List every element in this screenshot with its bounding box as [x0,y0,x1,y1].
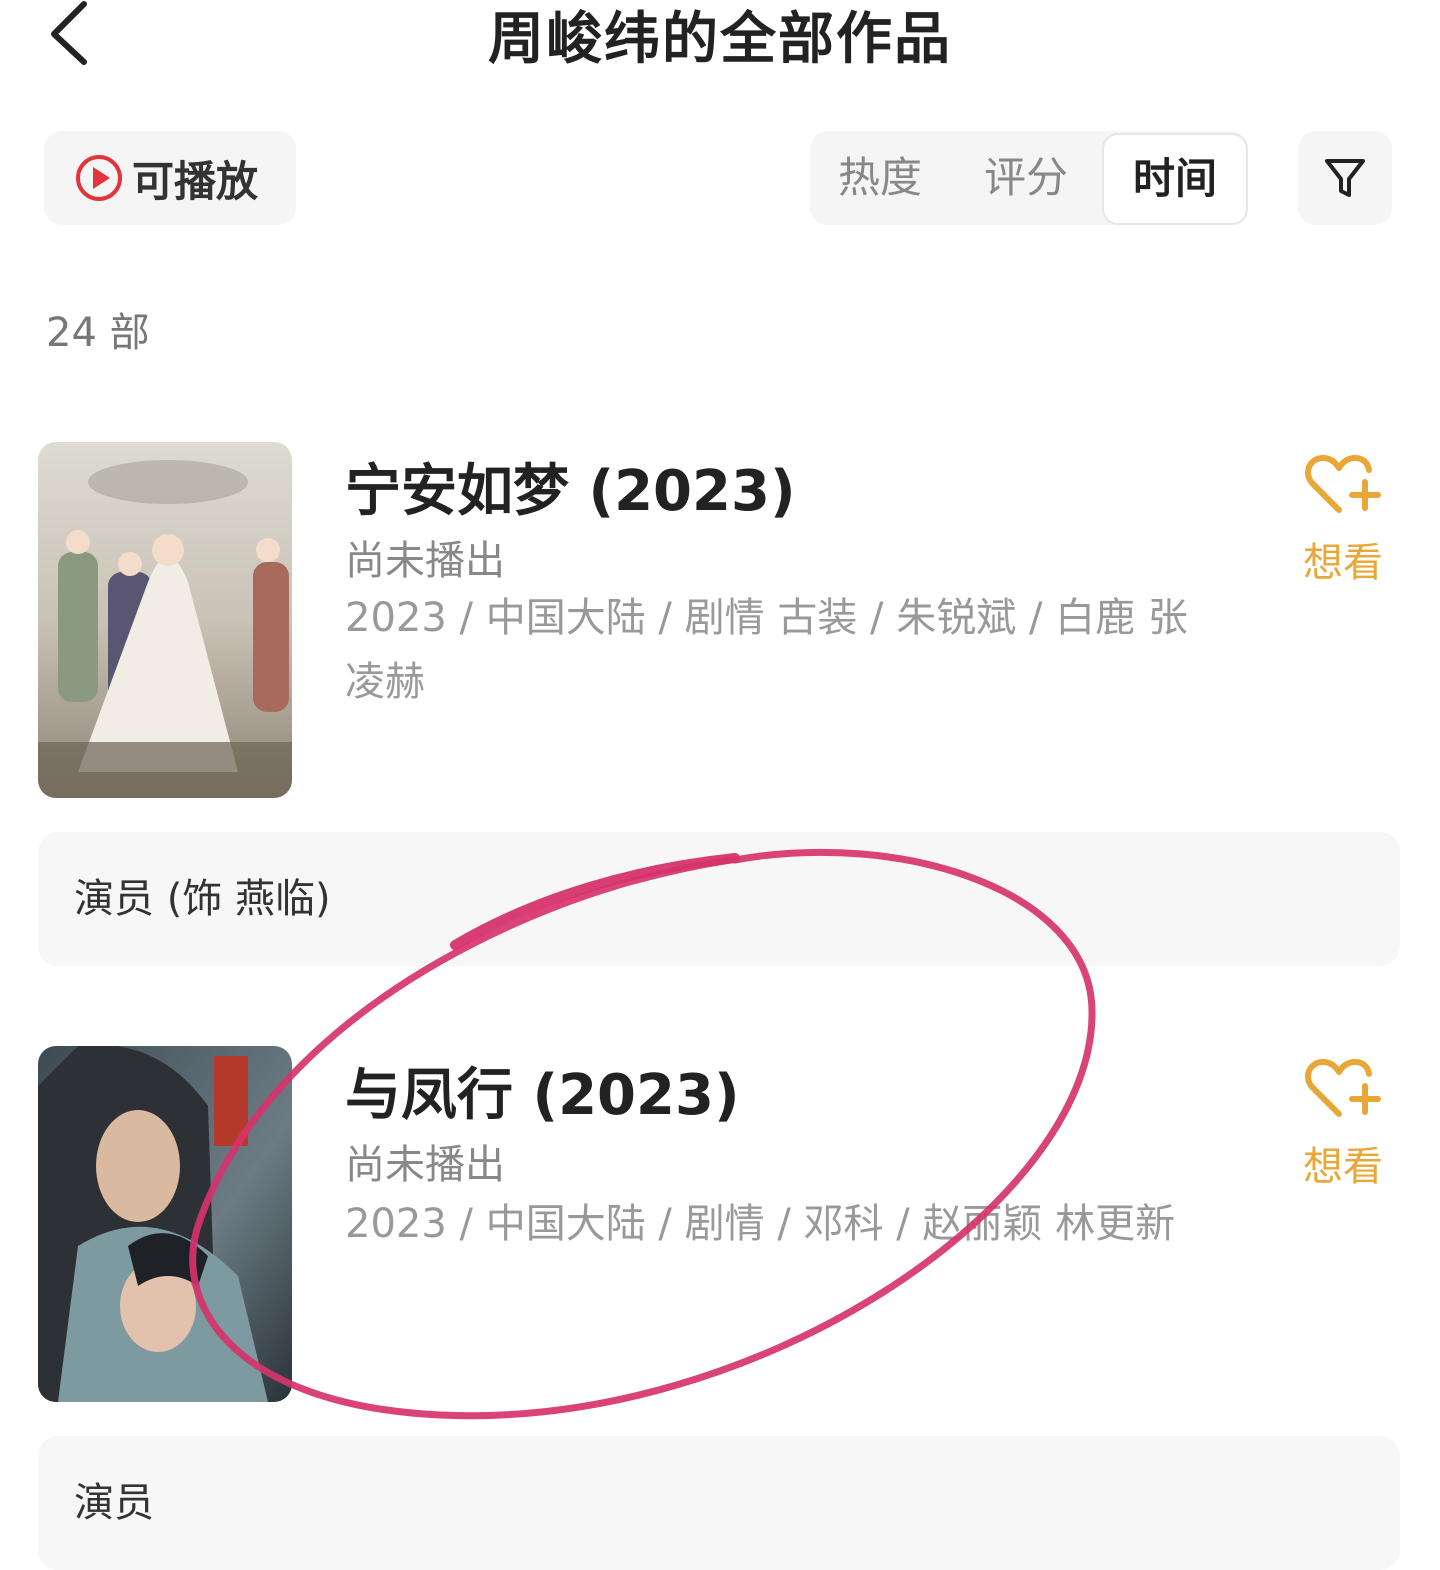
work-title-2[interactable]: 与凤行 (2023) [345,1050,740,1131]
filter-button[interactable] [1298,131,1392,225]
heart-plus-icon [1305,1059,1381,1117]
filter-icon [1325,159,1365,197]
sort-tabs: 热度 评分 时间 [810,131,1248,225]
want-label-2: 想看 [1303,1144,1383,1190]
role-text-1: 演员 (饰 燕临) [74,876,331,922]
sort-tab-time[interactable]: 时间 [1102,133,1248,225]
works-count: 24 部 [46,310,150,356]
work-meta-2: 2023 / 中国大陆 / 剧情 / 邓科 / 赵丽颖 林更新 [345,1201,1176,1247]
playable-filter-button[interactable]: 可播放 [44,131,296,225]
want-label-1: 想看 [1303,540,1383,586]
work-status-1: 尚未播出 [345,538,505,584]
work-title-1[interactable]: 宁安如梦 (2023) [345,446,796,527]
role-bar-2[interactable]: 演员 [38,1436,1400,1570]
work-status-2: 尚未播出 [345,1142,505,1188]
playable-label: 可播放 [132,156,259,206]
page-title: 周峻纬的全部作品 [488,7,952,72]
work-meta-1: 2023 / 中国大陆 / 剧情 古装 / 朱锐斌 / 白鹿 张凌赫 [345,595,1188,705]
heart-plus-icon [1305,455,1381,513]
role-text-2: 演员 [74,1480,154,1526]
sort-tab-popularity[interactable]: 热度 [810,131,950,225]
want-to-watch-button-2[interactable]: 想看 [1288,1056,1398,1192]
poster-image-2[interactable] [38,1046,292,1402]
want-to-watch-button-1[interactable]: 想看 [1288,452,1398,588]
role-bar-1[interactable]: 演员 (饰 燕临) [38,832,1400,966]
play-circle-icon [76,155,122,201]
sort-tab-rating[interactable]: 评分 [956,131,1096,225]
poster-image-1[interactable] [38,442,292,798]
